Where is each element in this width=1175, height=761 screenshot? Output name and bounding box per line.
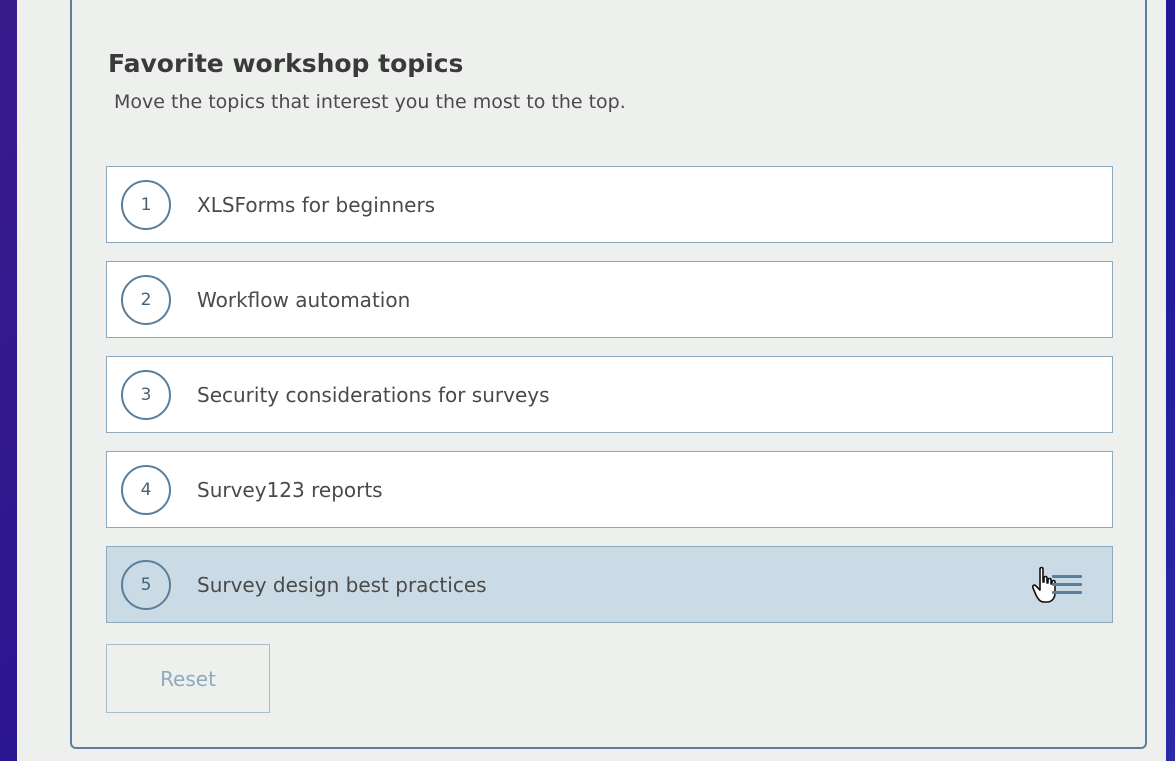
reset-button[interactable]: Reset bbox=[106, 644, 270, 713]
ranking-list: 1 XLSForms for beginners 2 Workflow auto… bbox=[106, 166, 1113, 641]
ranking-item[interactable]: 1 XLSForms for beginners bbox=[106, 166, 1113, 243]
question-card: Favorite workshop topics Move the topics… bbox=[70, 0, 1147, 749]
rank-number-badge: 5 bbox=[121, 559, 171, 610]
ranking-item[interactable]: 4 Survey123 reports bbox=[106, 451, 1113, 528]
question-hint: Move the topics that interest you the mo… bbox=[114, 91, 626, 113]
ranking-item-label: XLSForms for beginners bbox=[197, 192, 436, 217]
ranking-item-label: Workflow automation bbox=[197, 287, 411, 312]
drag-handle-icon[interactable] bbox=[1052, 573, 1086, 597]
rank-number-badge: 1 bbox=[121, 179, 171, 230]
rank-number-badge: 3 bbox=[121, 369, 171, 420]
question-title: Favorite workshop topics bbox=[108, 49, 464, 78]
ranking-item-active[interactable]: 5 Survey design best practices bbox=[106, 546, 1113, 623]
ranking-item[interactable]: 3 Security considerations for surveys bbox=[106, 356, 1113, 433]
rank-number-badge: 2 bbox=[121, 274, 171, 325]
ranking-item-label: Security considerations for surveys bbox=[197, 382, 550, 407]
rank-number-badge: 4 bbox=[121, 464, 171, 515]
ranking-item[interactable]: 2 Workflow automation bbox=[106, 261, 1113, 338]
survey-page: Favorite workshop topics Move the topics… bbox=[17, 0, 1166, 761]
ranking-item-label: Survey123 reports bbox=[197, 477, 383, 502]
ranking-item-label: Survey design best practices bbox=[197, 572, 487, 597]
